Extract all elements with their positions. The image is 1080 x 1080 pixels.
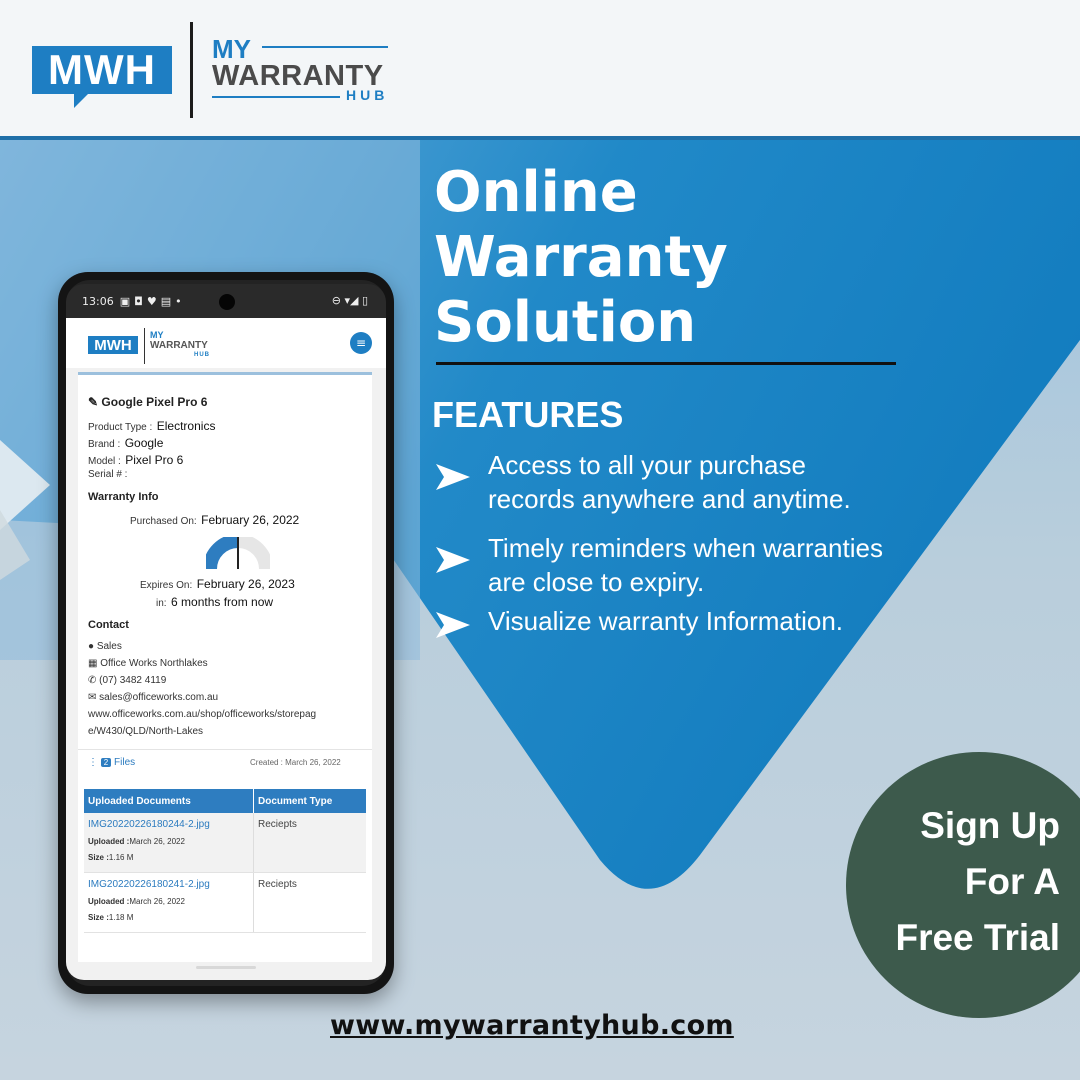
cta-line-2: For A [964,861,1060,902]
contact-phone[interactable]: ✆ (07) 3482 4119 [88,675,166,686]
feature-line: Visualize warranty Information. [488,606,844,636]
feature-line: records anywhere and anytime. [488,484,851,514]
document-type: Reciepts [258,819,297,830]
warranty-card: ✎ Google Pixel Pro 6 Product Type : Elec… [78,372,372,962]
contact-name: ● Sales [88,641,122,652]
feature-item: Access to all your purchase records anyw… [434,448,954,516]
contact-url-line-1[interactable]: www.officeworks.com.au/shop/officeworks/… [88,709,316,720]
kebab-icon: ⋮ [88,757,98,768]
notification-icon: ◘ [134,294,143,308]
file-link[interactable]: IMG20220226180244-2.jpg [88,819,249,830]
arrow-icon [434,460,488,494]
logo-hub: HUB [346,87,389,103]
app-bar: MWH MY WARRANTY HUB [66,318,386,368]
website-link[interactable]: www.mywarrantyhub.com [330,1010,734,1041]
files-toggle[interactable]: ⋮ 2 Files [88,757,135,768]
app-logo-hub: HUB [194,352,210,358]
headline-line-3: Solution [434,290,697,355]
headline-line-1: Online [434,160,638,225]
twitter-icon: ♥ [146,294,157,308]
documents-table: Uploaded Documents Document Type IMG2022… [84,789,366,933]
time-remaining: in: 6 months from now [156,595,274,609]
logo-divider [190,22,193,118]
app-content: ✎ Google Pixel Pro 6 Product Type : Elec… [66,368,386,980]
column-header: Uploaded Documents [84,789,254,813]
expires-on: Expires On: February 26, 2023 [140,577,295,591]
notification-icon: ▤ [160,294,172,308]
edit-icon[interactable]: ✎ [88,395,98,409]
document-type: Reciepts [258,879,297,890]
feature-line: Access to all your purchase [488,450,806,480]
phone-icon: ✆ [88,675,97,686]
product-serial: Serial # : [88,469,128,480]
contact-company: ▦ Office Works Northlakes [88,658,208,669]
menu-button[interactable]: ≡ [350,332,372,354]
cta-line-3: Free Trial [895,917,1060,958]
logo-mark: MWH [32,46,172,94]
header-divider [0,136,1080,140]
arrow-icon [434,543,488,577]
table-row: IMG20220226180244-2.jpg Uploaded :March … [84,813,366,873]
column-header: Document Type [258,795,333,807]
app-logo-my: MY [150,330,164,340]
product-type: Product Type : Electronics [88,419,216,433]
headline-line-2: Warranty [434,225,728,290]
camera-hole [219,294,235,310]
building-icon: ▦ [88,658,98,669]
dot-icon: • [175,294,182,308]
mail-icon: ✉ [88,692,97,703]
product-model: Model : Pixel Pro 6 [88,453,184,467]
logo-line-bottom [212,96,340,98]
contact-url-line-2[interactable]: e/W430/QLD/North-Lakes [88,726,203,737]
hamburger-icon: ≡ [355,336,367,350]
feature-line: are close to expiry. [488,567,705,597]
purchased-on: Purchased On: February 26, 2022 [130,513,300,527]
notification-icon: ▣ [119,294,131,308]
status-time: 13:06 [82,294,114,308]
status-icons: ⊖ ▾◢ ▯ [331,294,368,307]
app-logo-warranty: WARRANTY [150,340,208,351]
logo-mark-tail [74,94,88,108]
files-created: Created : March 26, 2022 [250,758,341,767]
feature-item: Timely reminders when warranties are clo… [434,531,954,599]
file-link[interactable]: IMG20220226180241-2.jpg [88,879,249,890]
app-logo-mark[interactable]: MWH [88,336,138,354]
headline-divider [436,362,896,365]
table-header: Uploaded Documents Document Type [84,789,366,813]
warranty-title: Warranty Info [88,491,159,503]
contact-title: Contact [88,619,129,631]
cta-line-1: Sign Up [920,805,1060,846]
phone-screen: 13:06 ▣ ◘ ♥ ▤ • ⊖ ▾◢ ▯ MWH MY WARRANTY H… [66,284,386,980]
feature-item: Visualize warranty Information. [434,604,954,642]
logo-line-top [262,46,388,48]
contact-email[interactable]: ✉ sales@officeworks.com.au [88,692,218,703]
signup-button[interactable]: Sign Up For A Free Trial [860,798,1060,966]
table-row: IMG20220226180241-2.jpg Uploaded :March … [84,873,366,933]
user-icon: ● [88,641,95,652]
product-title: ✎ Google Pixel Pro 6 [88,395,208,409]
gesture-bar[interactable] [196,966,256,969]
product-brand: Brand : Google [88,436,164,450]
arrow-icon [434,608,488,642]
files-count-badge: 2 [100,758,112,767]
warranty-gauge [206,537,270,570]
headline: Online Warranty Solution [434,160,894,355]
feature-line: Timely reminders when warranties [488,533,883,563]
features-title: FEATURES [432,394,624,435]
